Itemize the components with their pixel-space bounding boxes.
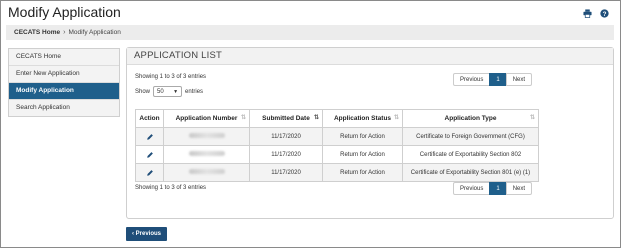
top-toolbar: ? [583, 9, 609, 18]
application-type-cell: Certificate of Exportability Section 802 [402, 145, 539, 164]
svg-text:?: ? [603, 11, 607, 18]
edit-action-cell [135, 127, 164, 146]
pagination-next[interactable]: Next [505, 182, 533, 195]
sort-icon: ⇅ [529, 115, 535, 121]
application-number-cell [163, 127, 250, 146]
breadcrumb-current: Modify Application [68, 29, 121, 36]
sort-icon: ⇅ [240, 115, 246, 121]
table-row: 11/17/2020 Return for Action Certificate… [135, 127, 539, 146]
entries-select[interactable]: 50 ▼ [153, 86, 183, 97]
previous-button-label: Previous [135, 231, 162, 237]
submitted-date-cell: 11/17/2020 [249, 163, 323, 182]
pencil-icon[interactable] [137, 133, 162, 141]
breadcrumb-home-link[interactable]: CECATS Home [14, 29, 60, 36]
sidebar-item-enter-new-application[interactable]: Enter New Application [9, 66, 119, 83]
submitted-date-cell: 11/17/2020 [249, 145, 323, 164]
show-entries-control: Show 50 ▼ entries [135, 86, 203, 97]
column-header-action: Action [135, 109, 164, 128]
show-label: Show [135, 88, 151, 95]
sidebar-item-cecats-home[interactable]: CECATS Home [9, 49, 119, 66]
application-number-cell [163, 163, 250, 182]
sort-icon: ⇅ [393, 115, 399, 121]
application-status-cell: Return for Action [322, 145, 403, 164]
edit-action-cell [135, 145, 164, 164]
pagination-previous[interactable]: Previous [453, 182, 491, 195]
redacted-application-number [188, 169, 225, 174]
application-type-cell: Certificate of Exportability Section 801… [402, 163, 539, 182]
application-type-cell: Certificate to Foreign Government (CFG) [402, 127, 539, 146]
application-list-panel: APPLICATION LIST Showing 1 to 3 of 3 ent… [126, 47, 614, 219]
pencil-icon[interactable] [137, 151, 162, 159]
pagination-page-1[interactable]: 1 [489, 182, 507, 195]
table-header-row: Action Application Number ⇅ Submitted Dat… [135, 109, 539, 128]
pagination-page-1[interactable]: 1 [489, 73, 507, 86]
entries-info-bottom: Showing 1 to 3 of 3 entries [135, 185, 207, 191]
application-table: Action Application Number ⇅ Submitted Dat… [135, 109, 539, 182]
table-row: 11/17/2020 Return for Action Certificate… [135, 145, 539, 164]
previous-button[interactable]: ‹ Previous [126, 227, 167, 241]
sidebar-nav: CECATS Home Enter New Application Modify… [8, 48, 120, 117]
application-number-cell [163, 145, 250, 164]
breadcrumb: CECATS Home › Modify Application [6, 25, 614, 40]
chevron-right-icon: › [63, 29, 66, 36]
app-window: Modify Application ? CECATS Home › Modify … [0, 0, 621, 248]
sort-desc-icon: ⇅ [313, 115, 319, 121]
column-header-application-status[interactable]: Application Status ⇅ [322, 109, 403, 128]
application-status-cell: Return for Action [322, 127, 403, 146]
pagination-top: Previous 1 Next [453, 73, 533, 86]
sidebar-item-search-application[interactable]: Search Application [9, 100, 119, 116]
pagination-previous[interactable]: Previous [453, 73, 491, 86]
sidebar-item-modify-application[interactable]: Modify Application [9, 83, 119, 100]
chevron-left-icon: ‹ [131, 231, 134, 237]
pencil-icon[interactable] [137, 169, 162, 177]
column-header-application-type[interactable]: Application Type ⇅ [402, 109, 539, 128]
edit-action-cell [135, 163, 164, 182]
submitted-date-cell: 11/17/2020 [249, 127, 323, 146]
entries-label: entries [185, 88, 204, 95]
entries-info-top: Showing 1 to 3 of 3 entries [135, 74, 207, 80]
help-icon[interactable]: ? [600, 9, 609, 18]
pagination-bottom: Previous 1 Next [453, 182, 533, 195]
column-header-submitted-date[interactable]: Submitted Date ⇅ [249, 109, 323, 128]
panel-title: APPLICATION LIST [127, 48, 613, 65]
table-row: 11/17/2020 Return for Action Certificate… [135, 163, 539, 182]
redacted-application-number [188, 133, 225, 138]
entries-select-value: 50 [157, 88, 164, 95]
redacted-application-number [188, 151, 225, 156]
page-title: Modify Application [8, 4, 121, 20]
column-header-application-number[interactable]: Application Number ⇅ [163, 109, 250, 128]
pagination-next[interactable]: Next [505, 73, 533, 86]
chevron-down-icon: ▼ [173, 88, 179, 95]
application-status-cell: Return for Action [322, 163, 403, 182]
print-icon[interactable] [583, 9, 592, 18]
